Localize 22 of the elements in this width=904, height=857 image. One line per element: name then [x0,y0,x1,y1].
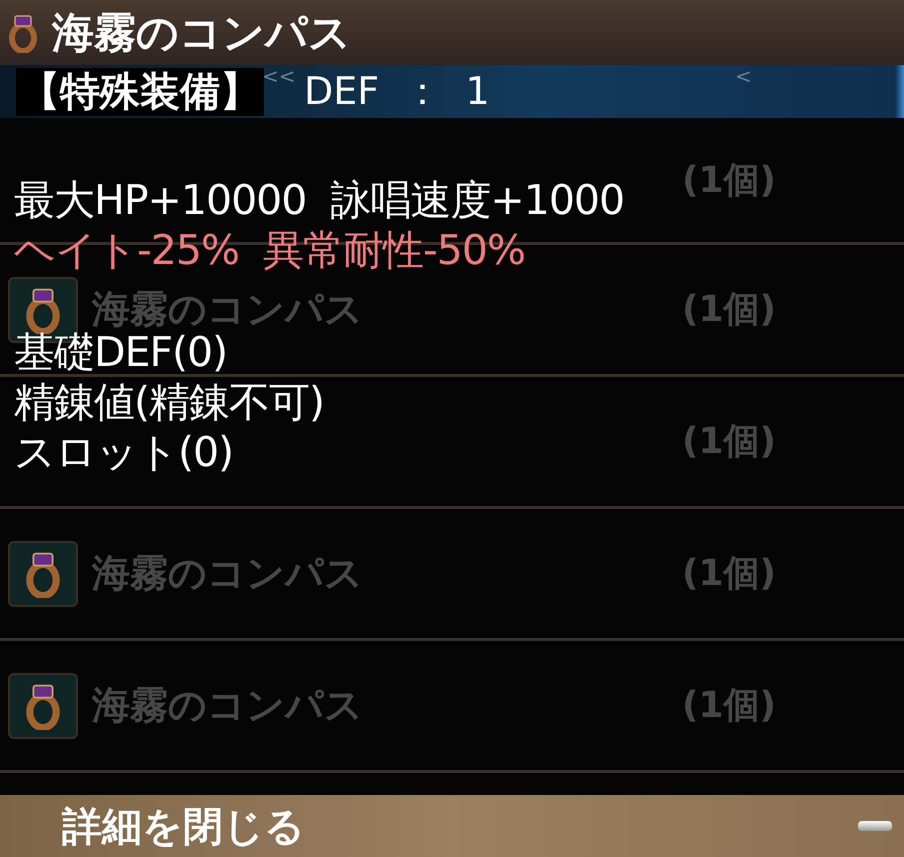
property-text: 精錬値(精錬不可) [14,377,324,427]
ring-drawing [25,286,61,334]
category-label: 【特殊装備】 [16,68,264,116]
nav-chevron[interactable]: < [735,65,752,87]
item-count: (1個) [682,420,776,464]
ring-drawing [25,550,61,598]
minus-icon [858,821,892,831]
stat-label: DEF ： 1 [304,68,490,115]
effect-text: 最大HP+10000 詠唱速度+1000 [14,175,624,225]
item-title: 海霧のコンパス [52,6,351,58]
nav-chevron[interactable]: << [262,65,296,87]
ring-drawing [25,682,61,730]
item-count: (1個) [682,158,776,202]
property-text: スロット(0) [14,427,234,477]
item-count: (1個) [682,684,776,728]
item-count: (1個) [682,288,776,332]
item-name: 海霧のコンパス [92,681,364,729]
close-details-button[interactable]: 詳細を閉じる [0,795,904,857]
item-name: 海霧のコンパス [92,549,364,597]
item-count: (1個) [682,552,776,596]
effect-text: ヘイト-25% 異常耐性-50% [14,225,525,275]
ring-icon [8,12,38,52]
